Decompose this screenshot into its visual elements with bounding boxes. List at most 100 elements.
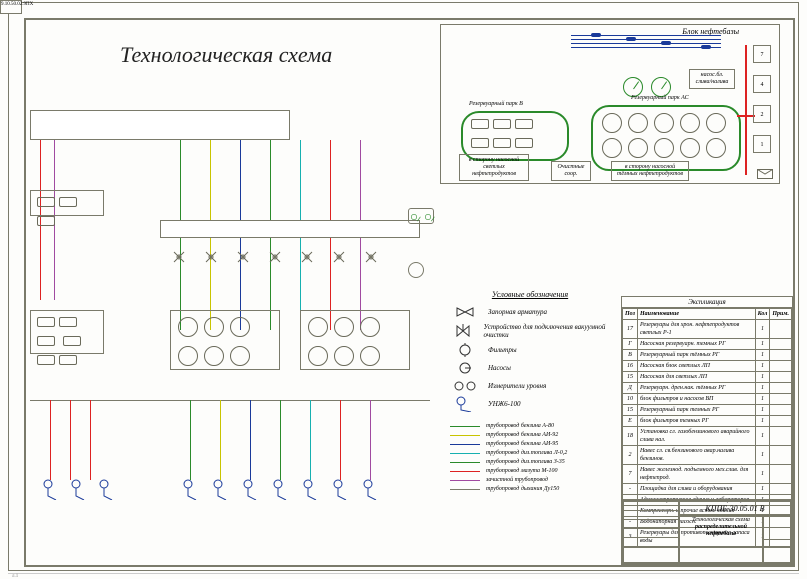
filter-icon xyxy=(450,343,480,357)
line-legend-row: трубопровод дыхания Ду150 xyxy=(450,486,620,492)
vacuum-icon xyxy=(450,324,476,338)
pipe-bundle xyxy=(571,31,751,61)
valve-icon xyxy=(332,250,346,264)
sheet-grid xyxy=(763,515,791,563)
line-label: трубопровод бензина АИ-92 xyxy=(486,432,558,438)
color-swatch xyxy=(450,444,480,445)
gauge-icon xyxy=(623,77,643,97)
loading-arm-icon xyxy=(302,478,318,500)
sheet-code-tab: 9.10.50.02.9ПХ xyxy=(0,0,22,14)
rev-grid xyxy=(623,501,679,563)
note-box-3: в сторону насосной тёмных нефтепродуктов xyxy=(611,161,689,181)
loading-arm-icon xyxy=(362,478,378,500)
gauge-icon xyxy=(651,77,671,97)
line-legend: трубопровод бензина А-80 трубопровод бенз… xyxy=(450,420,620,495)
note-box-2: Очистные соор. xyxy=(551,161,591,181)
arm-icon xyxy=(450,397,480,411)
line-legend-row: трубопровод бензина АИ-95 xyxy=(450,441,620,447)
table-row: -Площадка для слива и оборудования1 xyxy=(623,484,792,495)
color-swatch xyxy=(450,462,480,463)
valve-icon xyxy=(236,250,250,264)
table-row: 18Установка сл. газобензинового аварийно… xyxy=(623,427,792,446)
table-row: 10блок фильтров и насосов ВП1 xyxy=(623,394,792,405)
table-row: 17Резервуары для хрон. нефтепродуктов св… xyxy=(623,320,792,339)
loading-arm-icon xyxy=(212,478,228,500)
loading-arm-icon xyxy=(332,478,348,500)
legend-row: Запорная арматура xyxy=(450,305,610,319)
table-row: 15Насосная для светлых ЛП1 xyxy=(623,372,792,383)
tank-block-d xyxy=(300,310,410,370)
legend-row: Устройство для подключения вакуумной очи… xyxy=(450,323,610,339)
legend-row: УНЖ6-100 xyxy=(450,397,610,411)
color-swatch xyxy=(450,471,480,472)
legend-row: Фильтры xyxy=(450,343,610,357)
drawing-code: КППБ-30.05.01 В xyxy=(679,501,791,515)
tank-block-b xyxy=(30,310,104,354)
drawing-title: Технологическая схема xyxy=(120,42,332,68)
park-ac-label: Резервуарный парк АС xyxy=(631,95,689,101)
table-row: 2Навес сл. св.бензинового авар.налива бе… xyxy=(623,446,792,465)
line-legend-row: трубопровод диз.топлива Л-0,2 xyxy=(450,450,620,456)
site-plan-panel: Блок нефтебазы насос.бл. слива/налива Ре… xyxy=(440,24,780,184)
color-swatch xyxy=(450,489,480,490)
tank-block-c xyxy=(170,310,280,370)
drawing-sheet: 9.10.50.02.9ПХ Технологическая схема Бло… xyxy=(0,0,807,579)
table-row: Еблок фильтров темных РГ1 xyxy=(623,416,792,427)
loading-arm-icon xyxy=(98,478,114,500)
line-label: трубопровод диз.топлива Л-0,2 xyxy=(486,450,567,456)
pump-icon xyxy=(450,361,480,375)
line-label: зачистной трубопровод xyxy=(486,477,548,483)
envelope-icon xyxy=(757,169,773,179)
color-swatch xyxy=(450,453,480,454)
drawing-name: Технологическая схема распределительной … xyxy=(679,515,763,563)
valve-icon xyxy=(364,250,378,264)
color-swatch xyxy=(450,435,480,436)
symbol-legend: Условные обозначения Запорная арматура У… xyxy=(450,290,610,415)
line-label: трубопровод диз.топлива З-35 xyxy=(486,459,565,465)
meter-box xyxy=(408,208,434,224)
line-label: трубопровод дыхания Ду150 xyxy=(486,486,559,492)
table-row: 7Навес железнод. подъемного мех.слив. дл… xyxy=(623,465,792,484)
loading-arms-right xyxy=(182,478,378,500)
legend-header: Условные обозначения xyxy=(450,290,610,299)
fire-main-icon xyxy=(745,45,747,175)
valve-icon xyxy=(268,250,282,264)
table-row: ДРезервуарн. дрен.нак. тёмных РГ1 xyxy=(623,383,792,394)
plan-box: 4 xyxy=(753,75,771,93)
valve-icon xyxy=(450,305,480,319)
loading-arm-icon xyxy=(242,478,258,500)
table-row: 16Насосная блок светлых ЛП1 xyxy=(623,361,792,372)
valve-icon xyxy=(204,250,218,264)
plan-box: 1 xyxy=(753,135,771,153)
park-b-label: Резервуарный парк В xyxy=(469,101,523,107)
level-icon xyxy=(450,379,480,393)
plan-box: 2 xyxy=(753,105,771,123)
side-boxes: 7 4 2 1 xyxy=(753,45,773,165)
loading-arm-icon xyxy=(42,478,58,500)
valve-icon xyxy=(300,250,314,264)
line-label: трубопровод бензина АИ-95 xyxy=(486,441,558,447)
valve-icon xyxy=(172,250,186,264)
line-label: трубопровод мазута М-100 xyxy=(486,468,558,474)
color-swatch xyxy=(450,480,480,481)
line-legend-row: трубопровод мазута М-100 xyxy=(450,468,620,474)
pump-box-label: насос.бл. слива/налива xyxy=(689,69,735,89)
line-label: трубопровод бензина А-80 xyxy=(486,423,554,429)
legend-row: Насосы xyxy=(450,361,610,375)
rail-manifold-right xyxy=(30,110,290,140)
pump-bar xyxy=(160,220,420,238)
title-block: КППБ-30.05.01 В Технологическая схема ра… xyxy=(621,499,793,565)
loading-arms-left xyxy=(42,478,114,500)
loading-arm-icon xyxy=(272,478,288,500)
note-box-1: в сторону насосной светлых нефтепродукто… xyxy=(459,154,529,181)
footer-strip: л.1 xyxy=(8,573,799,579)
line-legend-row: трубопровод бензина А-80 xyxy=(450,423,620,429)
valve-row xyxy=(172,250,378,264)
table-row: 15Резервуарный парк темных РГ1 xyxy=(623,405,792,416)
line-legend-row: трубопровод диз.топлива З-35 xyxy=(450,459,620,465)
loading-arm-icon xyxy=(182,478,198,500)
table-header: Экспликация xyxy=(622,297,792,308)
table-row: ВРезервуарный парк тёмных РГ1 xyxy=(623,350,792,361)
table-row: ГНасосная резервуарн. темных РГ1 xyxy=(623,339,792,350)
tank-block-a xyxy=(30,190,104,216)
